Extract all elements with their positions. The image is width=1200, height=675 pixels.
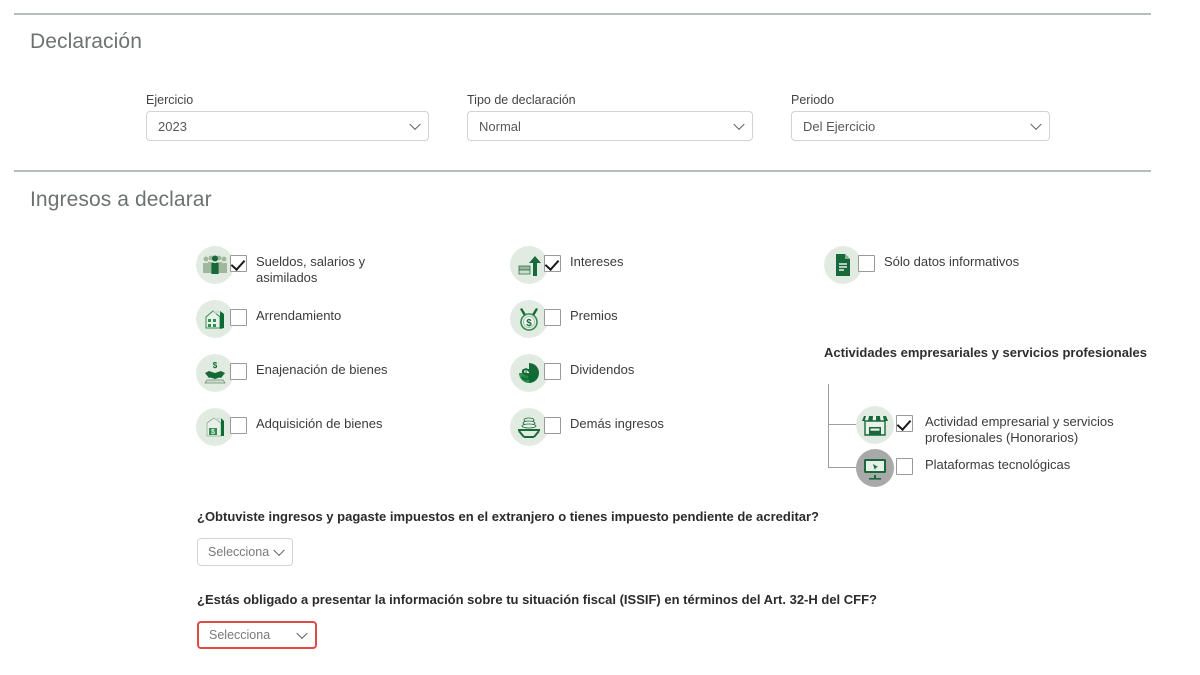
income-option-label: Premios (570, 308, 618, 323)
chevron-down-icon (273, 544, 285, 557)
field-issif: Selecciona (197, 621, 317, 649)
chevron-down-icon (409, 118, 421, 131)
field-periodo: Periodo Del Ejercicio (791, 93, 1050, 141)
income-option-label: Dividendos (570, 362, 635, 377)
package-dollar-icon: $ (196, 408, 234, 446)
chevron-down-icon (733, 118, 745, 131)
question-issif: ¿Estás obligado a presentar la informaci… (197, 592, 877, 607)
checkbox-premios[interactable] (544, 309, 561, 326)
pie-chart-dollar-icon: $ (510, 354, 548, 392)
select-periodo-value: Del Ejercicio (803, 118, 876, 134)
tree-vertical-line (828, 384, 829, 467)
field-tipo-declaracion: Tipo de declaración Normal (467, 93, 753, 141)
svg-text:$: $ (213, 361, 218, 370)
page-title-ingresos: Ingresos a declarar (30, 188, 212, 211)
select-extranjero[interactable]: Selecciona (197, 538, 293, 566)
label-periodo: Periodo (791, 93, 835, 107)
income-option-label: Actividad empresarial y servicios profes… (925, 414, 1114, 445)
storefront-icon (856, 406, 894, 444)
checkbox-intereses[interactable] (544, 255, 561, 272)
money-up-arrow-icon (510, 246, 548, 284)
checkbox-plataformas[interactable] (896, 458, 913, 475)
divider-middle (14, 170, 1151, 172)
income-option-label: Intereses (570, 254, 624, 269)
actividades-group-title: Actividades empresariales y servicios pr… (824, 345, 1148, 360)
declaration-form-page: Declaración Ejercicio 2023 Tipo de decla… (0, 0, 1200, 675)
income-option-sueldos[interactable]: Sueldos, salarios y asimilados (196, 246, 426, 286)
checkbox-adquisicion[interactable] (230, 417, 247, 434)
monitor-click-icon (856, 449, 894, 487)
checkbox-actividad-empresarial[interactable] (896, 415, 913, 432)
coins-table-icon (510, 408, 548, 446)
chevron-down-icon (296, 627, 308, 640)
select-issif-value: Selecciona (209, 628, 271, 642)
select-periodo[interactable]: Del Ejercicio (791, 111, 1050, 141)
field-extranjero: Selecciona (197, 538, 293, 566)
tree-branch-line (828, 467, 856, 468)
svg-text:$: $ (211, 429, 215, 436)
income-option-label: Adquisición de bienes (256, 416, 383, 431)
divider-top (14, 13, 1151, 15)
checkbox-enajenacion[interactable] (230, 363, 247, 380)
svg-text:$: $ (526, 318, 532, 329)
income-option-dividendos[interactable]: $ Dividendos (510, 354, 634, 392)
svg-text:$: $ (521, 365, 531, 384)
income-option-premios[interactable]: $ Premios (510, 300, 618, 338)
select-ejercicio[interactable]: 2023 (146, 111, 429, 141)
income-option-solo-datos[interactable]: Sólo datos informativos (824, 246, 1019, 284)
building-icon (196, 300, 234, 338)
income-option-label: Sueldos, salarios y asimilados (256, 254, 366, 285)
label-ejercicio: Ejercicio (146, 93, 194, 107)
income-option-enajenacion[interactable]: $ Enajenación de bienes (196, 354, 388, 392)
checkbox-sueldos[interactable] (230, 255, 247, 272)
income-option-demas-ingresos[interactable]: Demás ingresos (510, 408, 664, 446)
handshake-dollar-icon: $ (196, 354, 234, 392)
label-tipo-declaracion: Tipo de declaración (467, 93, 576, 107)
income-option-adquisicion[interactable]: $ Adquisición de bienes (196, 408, 382, 446)
income-option-label: Plataformas tecnológicas (925, 457, 1071, 472)
medal-dollar-icon: $ (510, 300, 548, 338)
actividades-empresariales-group: Actividades empresariales y servicios pr… (824, 344, 1184, 487)
income-option-label: Arrendamiento (256, 308, 342, 323)
tree-branch-line (828, 424, 856, 425)
select-ejercicio-value: 2023 (158, 118, 187, 134)
income-option-actividad-empresarial[interactable]: Actividad empresarial y servicios profes… (856, 406, 1157, 446)
checkbox-dividendos[interactable] (544, 363, 561, 380)
field-ejercicio: Ejercicio 2023 (146, 93, 429, 141)
document-icon (824, 246, 862, 284)
page-title-declaracion: Declaración (30, 30, 142, 53)
checkbox-arrendamiento[interactable] (230, 309, 247, 326)
income-option-label: Enajenación de bienes (256, 362, 388, 377)
people-group-icon (196, 246, 234, 284)
income-option-label: Demás ingresos (570, 416, 664, 431)
question-extranjero: ¿Obtuviste ingresos y pagaste impuestos … (197, 509, 820, 524)
select-extranjero-value: Selecciona (208, 545, 270, 559)
income-option-plataformas[interactable]: Plataformas tecnológicas (856, 449, 1070, 487)
select-tipo-declaracion-value: Normal (479, 118, 521, 134)
income-option-intereses[interactable]: Intereses (510, 246, 623, 284)
income-option-label: Sólo datos informativos (884, 254, 1020, 269)
income-option-arrendamiento[interactable]: Arrendamiento (196, 300, 341, 338)
chevron-down-icon (1030, 118, 1042, 131)
checkbox-solo-datos[interactable] (858, 255, 875, 272)
checkbox-demas-ingresos[interactable] (544, 417, 561, 434)
select-tipo-declaracion[interactable]: Normal (467, 111, 753, 141)
select-issif[interactable]: Selecciona (197, 621, 317, 649)
